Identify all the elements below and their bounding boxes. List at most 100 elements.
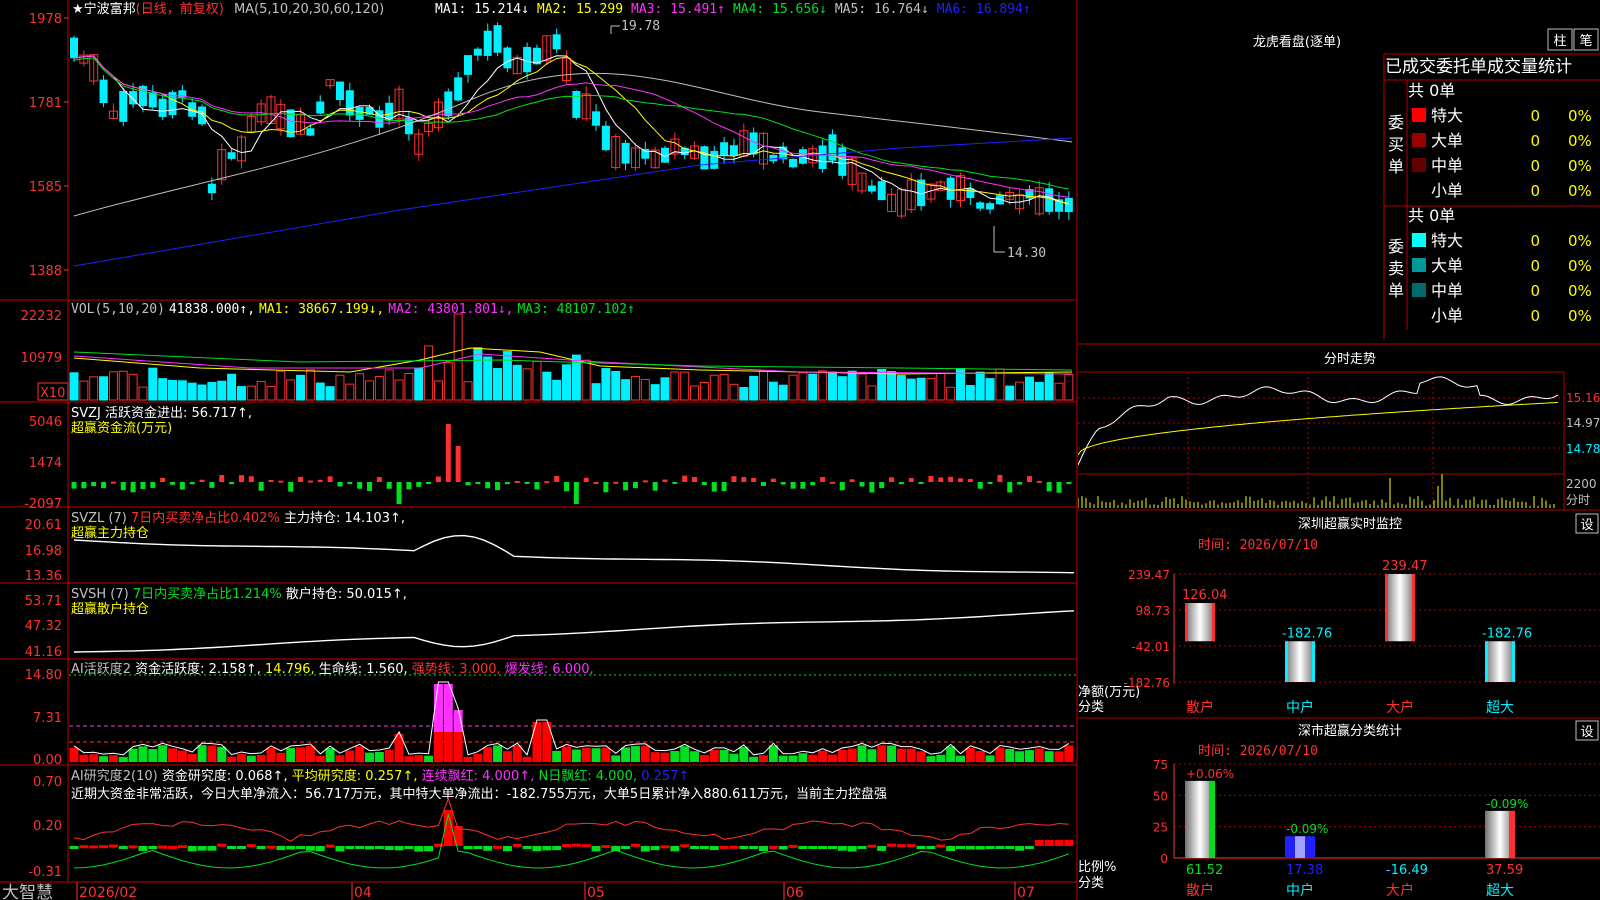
ai-research-bar <box>975 846 985 850</box>
legend-item: MA2: 43801.801↓, <box>388 302 513 317</box>
volume-bar <box>305 369 315 401</box>
candle-body <box>986 203 995 210</box>
ai-research-bar <box>847 846 857 852</box>
order-pct: 0% <box>1568 307 1592 325</box>
svsh-y-axis: 53.71 47.32 41.16 <box>25 594 62 660</box>
candle-body <box>503 47 512 69</box>
ai-research-bar <box>1054 840 1064 846</box>
kline-chart-area[interactable]: ★宁波富邦(日线，前复权) MA(5,10,20,30,60,120) MA1:… <box>0 0 1078 900</box>
svzj-bar <box>514 480 520 483</box>
ai-research-bar <box>965 846 975 850</box>
ai-research-bar <box>1044 840 1054 846</box>
ai-research-bar <box>778 846 788 850</box>
ai-active-bar <box>975 751 985 762</box>
bar-mode-button[interactable]: 柱 <box>1547 28 1573 51</box>
volume-bar <box>690 385 700 401</box>
ai-research-bar <box>463 846 473 850</box>
ai-research-bar <box>985 846 995 849</box>
ma-lines <box>73 55 1073 267</box>
legend-item: 超赢资金流(万元) <box>71 420 172 436</box>
ai-research-bar <box>896 844 906 848</box>
svzj-bar <box>839 482 845 491</box>
monitor-chart: 239.47 98.73 -42.01 -182.76 126.04 散户 -182.76 中… <box>1124 559 1600 716</box>
svzj-bar <box>219 475 225 482</box>
candle-body <box>473 48 482 56</box>
legend-item: 超赢散户持仓 <box>71 601 149 617</box>
pen-mode-button[interactable]: 笔 <box>1573 28 1599 51</box>
order-row: 小单 0 0% <box>1431 306 1592 325</box>
stats-y-label: 比例% <box>1078 860 1116 875</box>
volume-bar <box>719 373 729 401</box>
main-y-axis: 1978 1781 1585 1388 <box>29 12 62 279</box>
x-tick: 04 <box>354 885 372 900</box>
order-label: 中单 <box>1431 281 1463 300</box>
svzj-bar <box>859 482 865 487</box>
ai-research-bar <box>473 846 483 849</box>
svzj-bar <box>1056 482 1062 493</box>
svzj-bar <box>564 482 569 492</box>
order-label: 大单 <box>1431 256 1463 275</box>
svsh-legend: SVSH (7) 7日内买卖净占比1.214% 散户持仓: 50.015↑, <box>71 586 407 602</box>
ai-research-bar <box>138 846 148 851</box>
order-count: 0 <box>1530 282 1540 300</box>
legend-item: MA5: 16.764↓ <box>835 2 929 17</box>
monitor-settings-button[interactable]: 设 <box>1575 513 1599 534</box>
svzj-bar <box>701 482 707 486</box>
ai-active-bar <box>867 749 877 762</box>
order-row: 特大 0 0% <box>1412 231 1592 250</box>
ai-research-bar <box>660 845 670 849</box>
svzj-bar <box>544 481 550 484</box>
candle-body <box>700 146 709 170</box>
legend-item: SVSH (7) <box>71 587 129 602</box>
y-tick: 1978 <box>29 12 62 27</box>
ai-active-bar <box>591 748 601 762</box>
svzj-bar <box>504 482 510 485</box>
svzj-bar <box>1017 482 1023 485</box>
volume-bar <box>197 384 207 401</box>
stats-settings-button[interactable]: 设 <box>1575 720 1599 741</box>
monitor-bar-edge <box>1512 641 1515 682</box>
ai-research-bar <box>759 846 768 852</box>
order-pct: 0% <box>1568 182 1592 200</box>
ai-research-bar <box>837 846 847 851</box>
order-panel-header: 已成交委托单成交量统计 <box>1385 57 1572 77</box>
volume-bar <box>680 371 690 401</box>
legend-item: 0.257↑ <box>637 769 689 784</box>
svzj-bar <box>140 482 146 489</box>
svg-text:14.78: 14.78 <box>1566 442 1600 456</box>
svzj-bar <box>554 475 560 482</box>
legend-item: VOL(5,10,20) <box>71 302 165 317</box>
sell-side-label: 委卖单 <box>1388 237 1404 300</box>
stats-x-label: 分类 <box>1078 876 1104 891</box>
candle-body <box>306 128 315 136</box>
monitor-bar <box>1185 603 1215 642</box>
ai-active-bar <box>621 747 631 762</box>
svzj-bar <box>110 481 116 484</box>
volume-bar <box>699 381 709 401</box>
stats-value-label: 37.59 <box>1486 863 1523 878</box>
legend-item: 主力持仓: 14.103↑, <box>280 511 405 526</box>
candle-body <box>385 102 394 120</box>
stock-title: ★宁波富邦(日线，前复权) MA(5,10,20,30,60,120) <box>72 1 384 17</box>
volume-bar <box>227 373 237 401</box>
ai-research-bar <box>296 846 306 849</box>
volume-bar <box>1005 385 1015 401</box>
ai-research-bar <box>887 843 897 847</box>
monitor-bar-edge <box>1412 574 1415 642</box>
volume-bar <box>640 378 650 401</box>
ai-research-red-line <box>73 797 1069 842</box>
svzj-bar <box>731 476 737 482</box>
ai-active-bar <box>749 756 759 762</box>
ai-active-bar <box>187 753 197 762</box>
ai-research-bar <box>906 844 916 848</box>
legend-item: 41838.000↑, <box>169 302 255 317</box>
ai-research-bar <box>197 846 207 851</box>
ai-research-bar <box>286 846 296 850</box>
ai-active-bar <box>365 752 374 762</box>
order-swatch <box>1412 133 1426 147</box>
ai-research-bar <box>128 845 138 849</box>
ai-active-bar <box>296 747 306 762</box>
monitor-bar-body <box>1285 641 1315 682</box>
ai-active-bar <box>207 745 217 762</box>
candle-body <box>444 91 453 117</box>
